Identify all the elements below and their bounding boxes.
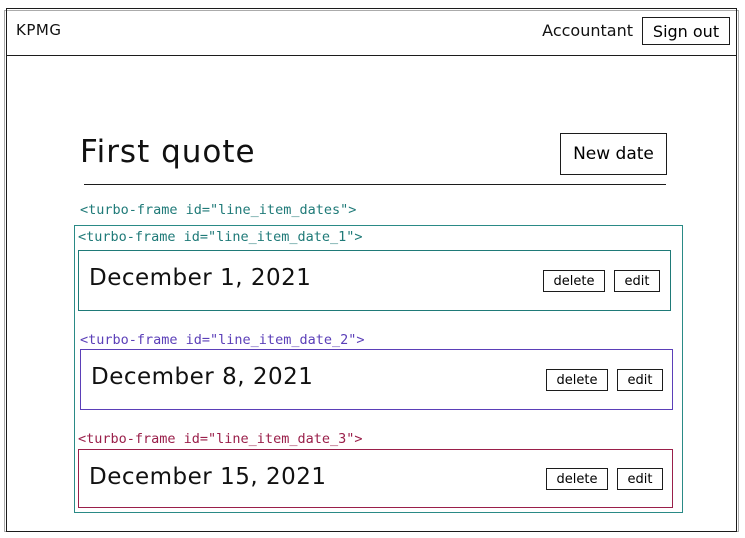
turbo-frame-label-date-2: <turbo-frame id="line_item_date_2"> xyxy=(80,332,365,348)
page-title: First quote xyxy=(80,134,256,170)
new-date-button[interactable]: New date xyxy=(560,133,667,175)
delete-button[interactable]: delete xyxy=(546,468,608,490)
edit-button[interactable]: edit xyxy=(617,369,663,391)
turbo-frame-label-date-1: <turbo-frame id="line_item_date_1"> xyxy=(78,229,363,245)
brand-logo[interactable]: KPMG xyxy=(16,21,61,39)
edit-button[interactable]: edit xyxy=(617,468,663,490)
delete-button[interactable]: delete xyxy=(546,369,608,391)
turbo-frame-label-line-item-dates: <turbo-frame id="line_item_dates"> xyxy=(80,202,357,218)
line-item-date: December 1, 2021 xyxy=(89,265,312,291)
line-item-date: December 15, 2021 xyxy=(89,464,327,490)
title-divider xyxy=(84,184,666,185)
delete-button[interactable]: delete xyxy=(543,270,605,292)
sign-out-button[interactable]: Sign out xyxy=(642,17,730,45)
edit-button[interactable]: edit xyxy=(614,270,660,292)
line-item-date-card-1: December 1, 2021 delete edit xyxy=(78,250,671,311)
line-item-date-card-3: December 15, 2021 delete edit xyxy=(78,449,673,508)
top-navbar: KPMG Accountant Sign out xyxy=(7,9,736,56)
turbo-frame-label-date-3: <turbo-frame id="line_item_date_3"> xyxy=(78,431,363,447)
user-role: Accountant xyxy=(542,21,633,40)
line-item-date: December 8, 2021 xyxy=(91,364,314,390)
app-window: KPMG Accountant Sign out First quote New… xyxy=(6,8,737,532)
line-item-date-card-2: December 8, 2021 delete edit xyxy=(80,349,673,410)
